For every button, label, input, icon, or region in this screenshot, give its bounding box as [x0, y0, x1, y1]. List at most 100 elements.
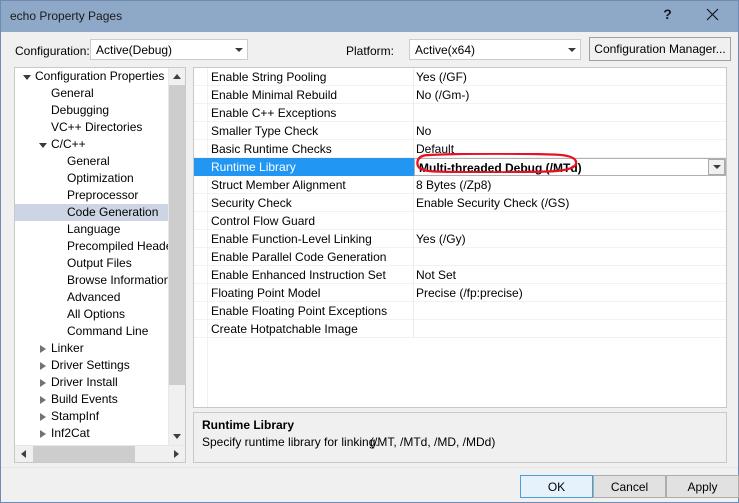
tree-item[interactable]: Optimization	[15, 170, 169, 187]
tree-item-label: Driver Install	[51, 374, 118, 391]
property-row[interactable]: Enable Function-Level LinkingYes (/Gy)	[194, 230, 726, 248]
tree-item[interactable]: Preprocessor	[15, 187, 169, 204]
tree-item[interactable]: Command Line	[15, 323, 169, 340]
tree-item-label: Debugging	[51, 102, 109, 119]
column-divider	[413, 320, 414, 338]
property-name: Control Flow Guard	[211, 212, 315, 230]
tree-item[interactable]: Advanced	[15, 289, 169, 306]
twisty-collapsed-icon[interactable]	[35, 425, 51, 442]
property-name: Enable String Pooling	[211, 68, 326, 86]
twisty-expanded-icon[interactable]	[35, 136, 51, 153]
column-divider	[413, 140, 414, 158]
property-value: Multi-threaded Debug (/MTd)	[419, 159, 582, 177]
tree-item-label: Language	[67, 221, 120, 238]
scroll-right-icon[interactable]	[168, 446, 185, 462]
property-row[interactable]: Enable Parallel Code Generation	[194, 248, 726, 266]
property-value: 8 Bytes (/Zp8)	[416, 176, 491, 194]
tree-item-label: Code Generation	[67, 204, 158, 221]
property-row[interactable]: Create Hotpatchable Image	[194, 320, 726, 338]
tree-item[interactable]: Inf2Cat	[15, 425, 169, 442]
tree-item-label: General	[67, 153, 110, 170]
property-name: Struct Member Alignment	[211, 176, 346, 194]
twisty-collapsed-icon[interactable]	[35, 340, 51, 357]
tree-vscroll-thumb[interactable]	[169, 85, 185, 385]
configuration-select[interactable]: Active(Debug)	[90, 39, 248, 60]
tree-item[interactable]: All Options	[15, 306, 169, 323]
twisty-collapsed-icon[interactable]	[35, 408, 51, 425]
tree-item[interactable]: Browse Information	[15, 272, 169, 289]
footer-separator	[1, 467, 738, 468]
column-divider	[413, 122, 414, 140]
property-name: Floating Point Model	[211, 284, 320, 302]
platform-select-value: Active(x64)	[410, 43, 563, 57]
property-row[interactable]: Enable C++ Exceptions	[194, 104, 726, 122]
property-row[interactable]: Enable String PoolingYes (/GF)	[194, 68, 726, 86]
tree-item[interactable]: Debugging	[15, 102, 169, 119]
property-row[interactable]: Enable Enhanced Instruction SetNot Set	[194, 266, 726, 284]
platform-select[interactable]: Active(x64)	[409, 39, 581, 60]
property-row[interactable]: Struct Member Alignment 8 Bytes (/Zp8)	[194, 176, 726, 194]
tree-item-label: Configuration Properties	[35, 68, 164, 85]
tree-horizontal-scrollbar[interactable]	[15, 445, 185, 462]
property-name: Enable Parallel Code Generation	[211, 248, 386, 266]
tree-item[interactable]: Linker	[15, 340, 169, 357]
tree-item[interactable]: C/C++	[15, 136, 169, 153]
help-icon[interactable]: ?	[645, 1, 690, 27]
tree-hscroll-thumb[interactable]	[33, 446, 135, 462]
tree-item-label: Preprocessor	[67, 187, 138, 204]
tree-item-label: Driver Settings	[51, 357, 130, 374]
tree-item[interactable]: Language	[15, 221, 169, 238]
tree-item[interactable]: StampInf	[15, 408, 169, 425]
configuration-tree[interactable]: Configuration PropertiesGeneralDebugging…	[15, 68, 169, 445]
configuration-toolbar: Configuration: Active(Debug) Platform: A…	[1, 32, 738, 63]
property-value: Default	[416, 140, 454, 158]
apply-button[interactable]: Apply	[666, 475, 739, 498]
property-row[interactable]: Enable Minimal RebuildNo (/Gm-)	[194, 86, 726, 104]
description-text: Specify runtime library for linking.	[202, 435, 379, 449]
property-row[interactable]: Runtime LibraryMulti-threaded Debug (/MT…	[194, 158, 726, 176]
property-name: Enable Enhanced Instruction Set	[211, 266, 386, 284]
property-row[interactable]: Smaller Type CheckNo	[194, 122, 726, 140]
tree-item[interactable]: Build Events	[15, 391, 169, 408]
scroll-left-icon[interactable]	[15, 446, 32, 462]
property-row[interactable]: Enable Floating Point Exceptions	[194, 302, 726, 320]
twisty-collapsed-icon[interactable]	[35, 391, 51, 408]
scroll-up-icon[interactable]	[169, 68, 185, 85]
tree-item[interactable]: Code Generation	[15, 204, 169, 221]
tree-item-label: Precompiled Header	[67, 238, 169, 255]
twisty-collapsed-icon[interactable]	[35, 374, 51, 391]
twisty-expanded-icon[interactable]	[19, 68, 35, 85]
tree-item[interactable]: General	[15, 153, 169, 170]
tree-item-label: Output Files	[67, 255, 132, 272]
column-divider	[413, 194, 414, 212]
cancel-button[interactable]: Cancel	[593, 475, 666, 498]
tree-item-label: Browse Information	[67, 272, 169, 289]
property-row[interactable]: Floating Point ModelPrecise (/fp:precise…	[194, 284, 726, 302]
tree-item[interactable]: General	[15, 85, 169, 102]
tree-item[interactable]: Driver Settings	[15, 357, 169, 374]
column-divider	[413, 68, 414, 86]
chevron-down-icon[interactable]	[708, 159, 725, 175]
column-divider	[413, 212, 414, 230]
property-row[interactable]: Control Flow Guard	[194, 212, 726, 230]
close-icon[interactable]	[690, 1, 735, 27]
description-arguments: (/MT, /MTd, /MD, /MDd)	[370, 435, 495, 449]
property-row[interactable]: Basic Runtime ChecksDefault	[194, 140, 726, 158]
tree-item[interactable]: Configuration Properties	[15, 68, 169, 85]
column-divider	[413, 266, 414, 284]
tree-item[interactable]: VC++ Directories	[15, 119, 169, 136]
ok-button[interactable]: OK	[520, 475, 593, 498]
tree-vertical-scrollbar[interactable]	[168, 68, 185, 445]
property-grid-rows[interactable]: Enable String PoolingYes (/GF)Enable Min…	[194, 68, 726, 338]
tree-item-label: Build Events	[51, 391, 118, 408]
property-pages-dialog: echo Property Pages ? Configuration: Act…	[0, 0, 739, 503]
tree-item[interactable]: Driver Install	[15, 374, 169, 391]
scroll-down-icon[interactable]	[169, 428, 185, 445]
configuration-manager-button[interactable]: Configuration Manager...	[589, 37, 731, 61]
twisty-collapsed-icon[interactable]	[35, 357, 51, 374]
tree-item[interactable]: Output Files	[15, 255, 169, 272]
property-value-editor[interactable]: Multi-threaded Debug (/MTd)	[414, 158, 726, 176]
tree-item[interactable]: Precompiled Header	[15, 238, 169, 255]
property-name: Enable Minimal Rebuild	[211, 86, 337, 104]
property-row[interactable]: Security CheckEnable Security Check (/GS…	[194, 194, 726, 212]
